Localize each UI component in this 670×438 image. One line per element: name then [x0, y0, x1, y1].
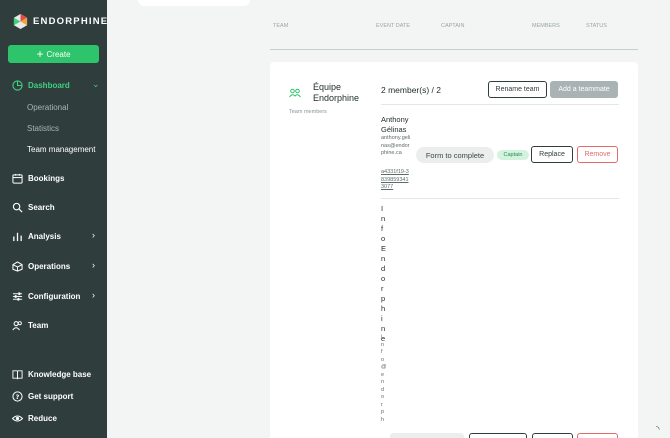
divider: [381, 198, 619, 199]
captain-badge: Captain: [497, 150, 529, 160]
rename-team-button[interactable]: Rename team: [488, 81, 547, 98]
chevron-down-icon[interactable]: ⌄: [92, 79, 100, 90]
nav-search-label: Search: [28, 203, 55, 212]
replace-button[interactable]: Replace: [531, 146, 573, 163]
nav-team[interactable]: Team: [12, 320, 48, 331]
header-team: TEAM: [273, 23, 289, 29]
nav-dashboard[interactable]: Dashboard: [12, 80, 70, 91]
team-icon: [289, 88, 301, 98]
nav-knowledge-base[interactable]: Knowledge base: [12, 369, 91, 380]
eye-icon: [12, 413, 23, 424]
member-name: InfoEndorphine: [381, 204, 387, 343]
member-name: Anthony Gélinas: [381, 115, 409, 134]
member-email: anthony.gelinas@endorphine.ca: [381, 135, 411, 156]
sub-item-operational[interactable]: Operational: [27, 103, 68, 112]
header-members: MEMBERS: [532, 23, 560, 29]
nav-team-label: Team: [28, 321, 49, 330]
add-teammate-button[interactable]: Add a teammate: [550, 81, 618, 98]
nav-get-support[interactable]: ? Get support: [12, 391, 73, 402]
nav-knowledge-base-label: Knowledge base: [28, 370, 92, 379]
nav-analysis[interactable]: Analysis: [12, 231, 61, 242]
nav-reduce[interactable]: Reduce: [12, 413, 57, 424]
nav-reduce-label: Reduce: [28, 414, 57, 423]
chevron-right-icon[interactable]: ›: [92, 230, 95, 240]
logo-text: ENDORPHINE: [33, 16, 109, 27]
sliders-icon: [12, 291, 23, 302]
table-header: TEAM EVENT DATE CAPTAIN MEMBERS STATUS: [270, 22, 638, 50]
header-status: STATUS: [586, 23, 607, 29]
nav-get-support-label: Get support: [28, 392, 74, 401]
members-count: 2 member(s) / 2: [381, 85, 441, 95]
divider: [381, 104, 619, 105]
nav-dashboard-label: Dashboard: [28, 81, 70, 90]
users-icon: [12, 320, 23, 331]
member-email: info@endorph: [381, 334, 387, 423]
nav-search[interactable]: Search: [12, 202, 55, 213]
create-label: Create: [46, 49, 71, 59]
svg-text:?: ?: [16, 393, 20, 401]
sidebar: ENDORPHINE + Create Dashboard ⌄ Operatio…: [0, 0, 107, 438]
edit-button[interactable]: [469, 433, 527, 438]
book-icon: [12, 369, 23, 380]
header-event-date: EVENT DATE: [376, 23, 411, 29]
nav-operations-label: Operations: [28, 262, 71, 271]
help-icon: ?: [12, 391, 23, 402]
form-to-complete-button[interactable]: [390, 433, 464, 438]
team-members-label: Team members: [289, 109, 327, 115]
create-button[interactable]: + Create: [8, 45, 99, 63]
nav-configuration-label: Configuration: [28, 292, 81, 301]
logo-icon: [13, 14, 28, 29]
nav-operations[interactable]: Operations: [12, 261, 70, 272]
loading-icon: ◝: [656, 424, 660, 434]
calendar-icon: [12, 173, 23, 184]
plus-icon: +: [36, 47, 44, 61]
sub-item-team-management[interactable]: Team management: [27, 145, 95, 154]
header-captain: CAPTAIN: [441, 23, 465, 29]
nav-bookings[interactable]: Bookings: [12, 173, 64, 184]
top-card: [138, 0, 250, 6]
bar-chart-icon: [12, 231, 23, 242]
remove-button[interactable]: Remove: [577, 146, 618, 163]
sub-item-statistics[interactable]: Statistics: [27, 124, 59, 133]
nav-configuration[interactable]: Configuration: [12, 291, 80, 302]
search-icon: [12, 202, 23, 213]
dashboard-icon: [12, 80, 23, 91]
operations-icon: [12, 261, 23, 272]
nav-analysis-label: Analysis: [28, 232, 61, 241]
replace-button[interactable]: [532, 433, 573, 438]
team-name: Équipe Endorphine: [313, 82, 360, 103]
form-to-complete-button[interactable]: Form to complete: [416, 147, 494, 163]
nav-bookings-label: Bookings: [28, 174, 65, 183]
team-card: Équipe Endorphine Team members 2 member(…: [270, 62, 638, 438]
logo[interactable]: ENDORPHINE: [13, 14, 108, 29]
chevron-right-icon[interactable]: ›: [92, 260, 95, 270]
remove-button[interactable]: [577, 433, 618, 438]
member-id-link[interactable]: a4331f19-38398593413077: [381, 169, 411, 192]
chevron-right-icon[interactable]: ›: [92, 290, 95, 300]
